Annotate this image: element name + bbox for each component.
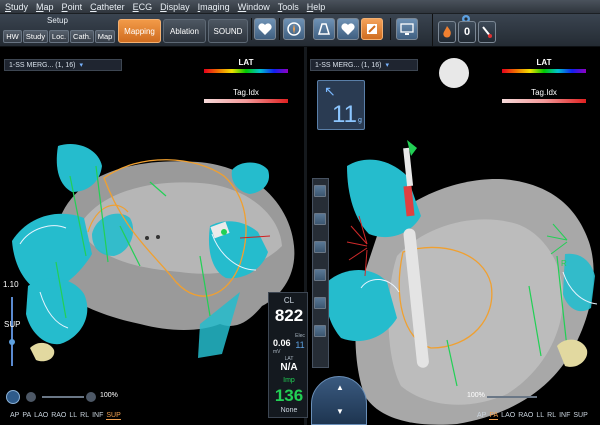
view-ll-button[interactable]: LL [69,412,77,420]
orientation-label: SUP [4,320,21,329]
flame-icon[interactable] [438,21,456,43]
monitor-icon[interactable] [396,18,418,40]
voltage-unit: mV [273,349,281,355]
zoom-slider[interactable] [42,396,84,398]
menu-window[interactable]: Window [238,2,270,12]
view-rao-button[interactable]: RAO [518,412,533,420]
rotate-up-icon[interactable]: ▲ [336,383,344,392]
elec-value: 11 [295,340,305,350]
cl-footer: None [280,407,298,414]
view-inf-button[interactable]: INF [92,412,103,420]
zoom-label: 100% [467,392,485,399]
menu-study[interactable]: Study [5,2,28,12]
scale-value: 1.10 [3,280,19,289]
view-ap-button[interactable]: AP [10,412,19,420]
view-inf-button[interactable]: INF [559,412,570,420]
tab-ablation[interactable]: Ablation [163,19,206,43]
zoom-in-icon[interactable] [86,392,96,402]
carto-window: Study Map Point Catheter ECG Display Imaging Wi… [0,0,600,425]
elec-label: Elec [295,333,305,339]
counter-display: 0 [458,21,476,43]
view-rl-button[interactable]: RL [80,412,89,420]
marker-r-label: R [561,259,567,268]
setup-label: Setup [47,16,68,25]
rotation-control[interactable]: ▲ ▼ [311,376,367,425]
heart-map-icon[interactable] [337,18,359,40]
view-rl-button[interactable]: RL [547,412,556,420]
zoom-label: 100% [100,392,118,399]
lat-value: N/A [280,362,298,373]
left-map-view[interactable]: 1-SS MERG... (1, 16) ▾ LAT Tag.Idx 1.10 … [0,56,304,425]
view-ap-button[interactable]: AP [477,412,486,420]
right-map-view[interactable]: 1-SS MERG... (1, 16) ▾ LAT Tag.Idx ↖ 11 … [307,56,600,425]
map-tools-sidebar [312,178,329,368]
menu-point[interactable]: Point [62,2,83,12]
right-view-buttons: AP PA LAO RAO LL RL INF SUP [477,412,588,420]
tool-button-6[interactable] [314,325,326,337]
tab-mapping[interactable]: Mapping [118,19,161,43]
cl-title: CL [283,296,295,305]
menu-imaging[interactable]: Imaging [198,2,230,12]
catheter-status-icon[interactable] [478,21,496,43]
rotate-icon[interactable] [6,390,20,404]
tool-button-1[interactable] [314,185,326,197]
rotate-down-icon[interactable]: ▼ [336,407,344,416]
imp-value: 136 [274,386,304,405]
cath-button[interactable]: Cath. [70,30,94,43]
tool-button-2[interactable] [314,213,326,225]
cl-panel: CL 822 0.06 mV Elec 11 LAT N/A Imp 136 N… [268,292,308,418]
shell-icon[interactable] [313,18,335,40]
zoom-out-icon[interactable] [26,392,36,402]
left-view-buttons: AP PA LAO RAO LL RL INF SUP [10,412,121,420]
menu-help[interactable]: Help [307,2,326,12]
view-sup-button[interactable]: SUP [106,412,121,420]
imp-label: Imp [283,377,295,384]
hw-button[interactable]: HW [3,30,22,43]
right-anatomy-render[interactable] [307,56,600,425]
view-lao-button[interactable]: LAO [501,412,515,420]
compass-icon[interactable] [283,18,305,40]
tool-button-3[interactable] [314,241,326,253]
menu-map[interactable]: Map [36,2,54,12]
zoom-slider[interactable] [487,396,537,398]
map-button[interactable]: Map [95,30,115,43]
view-lao-button[interactable]: LAO [34,412,48,420]
tab-sound[interactable]: SOUND [208,19,248,43]
toolbar: Setup HW Study Loc. Cath. Map Mapping Ab… [0,14,600,47]
menu-tools[interactable]: Tools [278,2,299,12]
view-pa-button[interactable]: PA [489,412,499,420]
menu-ecg[interactable]: ECG [133,2,153,12]
tool-button-4[interactable] [314,269,326,281]
menu-bar: Study Map Point Catheter ECG Display Imaging Wi… [0,0,600,14]
voltage-value: 0.06 [273,338,291,348]
heart-settings-icon[interactable] [254,18,276,40]
loc-button[interactable]: Loc. [49,30,69,43]
view-rao-button[interactable]: RAO [51,412,66,420]
cl-value: 822 [274,306,304,325]
study-button[interactable]: Study [23,30,48,43]
menu-catheter[interactable]: Catheter [90,2,125,12]
left-anatomy-render[interactable] [0,56,304,425]
view-ll-button[interactable]: LL [536,412,544,420]
menu-display[interactable]: Display [160,2,190,12]
tool-button-5[interactable] [314,297,326,309]
view-pa-button[interactable]: PA [22,412,31,420]
catheter-tool-icon[interactable] [361,18,383,40]
view-sup-button[interactable]: SUP [573,412,587,420]
